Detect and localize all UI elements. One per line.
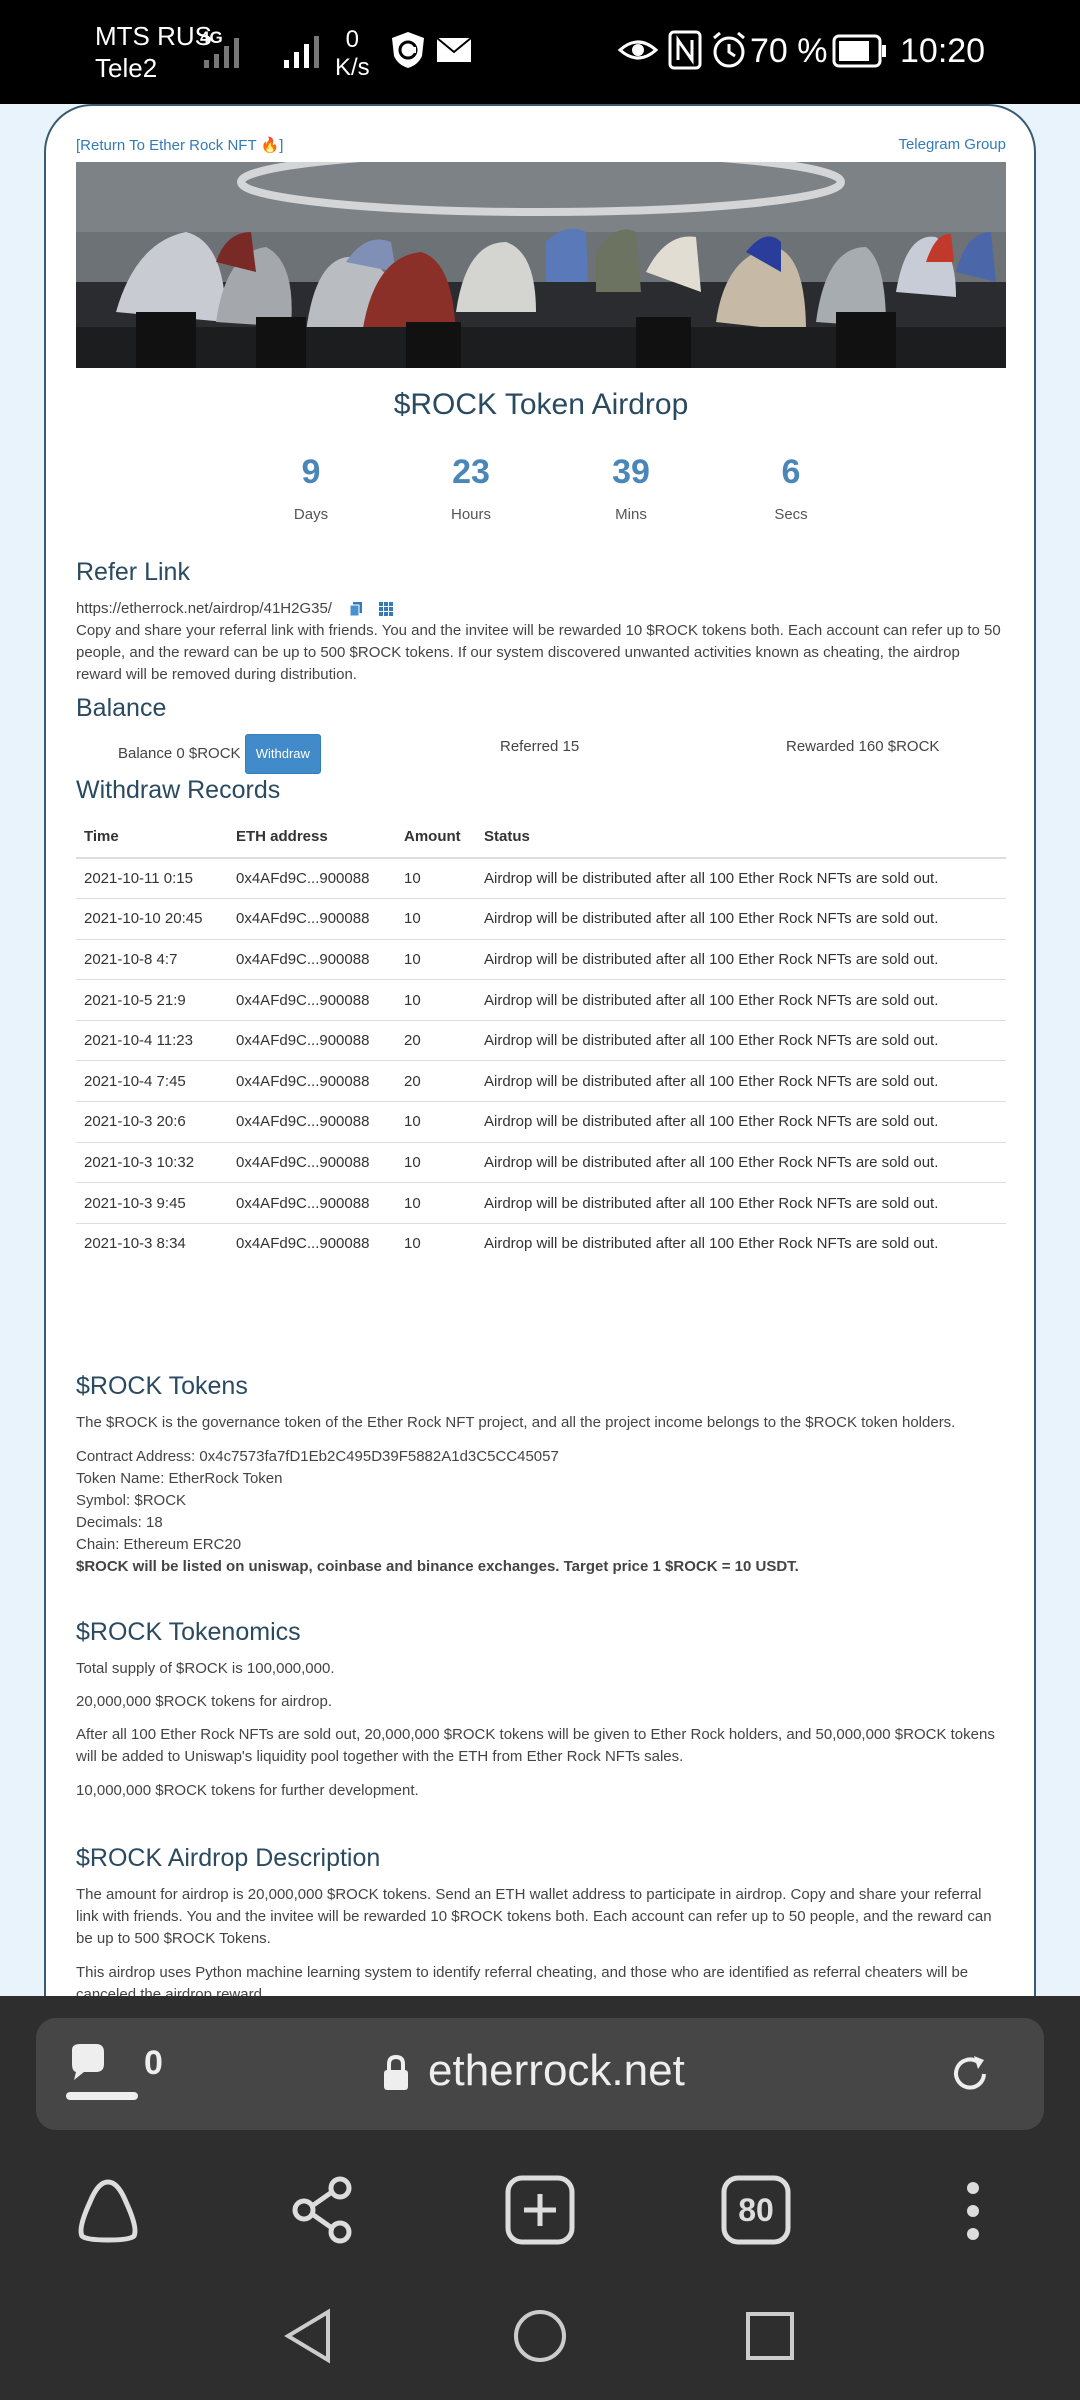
table-row: 2021-10-3 10:32 0x4AFd9C...900088 10 Airdro… — [76, 1141, 1006, 1183]
carrier-names: MTS RUS Tele2 — [95, 20, 212, 84]
table-row: 2021-10-5 21:9 0x4AFd9C...900088 10 Airdrop… — [76, 979, 1006, 1021]
url-text[interactable]: etherrock.net — [428, 2046, 685, 2096]
contract-address: Contract Address: 0x4c7573fa7fD1Eb2C495D… — [76, 1448, 559, 1465]
tab-count: 80 — [738, 2192, 774, 2228]
tokens-heading: $ROCK Tokens — [76, 1372, 248, 1400]
tabs-button[interactable]: 80 — [720, 2174, 792, 2246]
countdown-days: 9 Days — [293, 453, 329, 523]
refer-link-heading: Refer Link — [76, 558, 190, 586]
signal-icon — [284, 36, 319, 68]
web-content[interactable]: [Return To Ether Rock NFT 🔥] Telegram Gr… — [0, 104, 1080, 1996]
table-row: 2021-10-11 0:15 0x4AFd9C...900088 10 Airdro… — [76, 857, 1006, 899]
nfc-icon — [668, 30, 702, 70]
status-bar: MTS RUS Tele2 4G 0 K/s 70 % 10:20 — [0, 0, 1080, 104]
balance-amount: Balance 0 $ROCK Withdraw — [118, 734, 418, 774]
referred-count: Referred 15 — [500, 738, 580, 755]
column-amount: Amount — [396, 816, 476, 859]
withdraw-records-heading: Withdraw Records — [76, 776, 281, 804]
carrier-1: MTS RUS — [95, 21, 212, 51]
new-tab-icon[interactable] — [504, 2174, 576, 2246]
comments-icon[interactable] — [62, 2042, 142, 2102]
withdraw-button[interactable]: Withdraw — [244, 734, 321, 774]
home-icon[interactable] — [72, 2176, 144, 2244]
browser-bottom-bar: 0 etherrock.net 80 — [0, 1996, 1080, 2400]
rewarded-amount: Rewarded 160 $ROCK — [786, 738, 940, 755]
alarm-icon — [713, 31, 745, 68]
network-speed: 0 K/s — [335, 26, 370, 81]
tokenomics-airdrop: 20,000,000 $ROCK tokens for airdrop. — [76, 1693, 332, 1710]
tokenomics-development: 10,000,000 $ROCK tokens for further deve… — [76, 1782, 419, 1799]
eye-icon — [618, 40, 658, 60]
table-header-row: Time ETH address Amount Status — [76, 816, 1006, 859]
countdown-timer: 9 Days 23 Hours 39 Mins 6 Secs — [261, 452, 821, 532]
home-nav-icon[interactable] — [512, 2308, 568, 2364]
token-decimals: Decimals: 18 — [76, 1514, 163, 1531]
table-row: 2021-10-4 7:45 0x4AFd9C...900088 20 Airdrop… — [76, 1060, 1006, 1102]
telegram-link[interactable]: Telegram Group — [898, 136, 1006, 153]
return-link[interactable]: [Return To Ether Rock NFT 🔥] — [76, 136, 283, 154]
countdown-mins: 39 Mins — [612, 453, 650, 523]
table-row: 2021-10-10 20:45 0x4AFd9C...900088 10 Airdr… — [76, 898, 1006, 940]
clock: 10:20 — [900, 32, 986, 70]
qrcode-icon[interactable] — [378, 601, 394, 617]
page-title: $ROCK Token Airdrop — [393, 388, 689, 421]
comment-count: 0 — [144, 2044, 163, 2082]
reload-icon[interactable] — [948, 2052, 992, 2096]
carrier-2: Tele2 — [95, 53, 158, 83]
token-name: Token Name: EtherRock Token — [76, 1470, 283, 1487]
withdraw-records-table: Time ETH address Amount Status 2021-10-1… — [76, 816, 1006, 1264]
lock-icon[interactable] — [382, 2054, 410, 2092]
hero-image — [76, 162, 1006, 368]
battery-icon — [832, 34, 886, 68]
back-nav-icon[interactable] — [282, 2308, 338, 2364]
column-eth-address: ETH address — [228, 816, 396, 859]
refer-description: Copy and share your referral link with f… — [76, 622, 1001, 683]
countdown-secs: 6 Secs — [774, 453, 808, 523]
signal-icon — [204, 38, 239, 68]
share-icon[interactable] — [290, 2176, 356, 2244]
more-menu-icon[interactable] — [958, 2178, 988, 2244]
countdown-hours: 23 Hours — [450, 453, 491, 523]
refer-link-row: https://etherrock.net/airdrop/41H2G35/ — [76, 598, 1006, 620]
token-chain: Chain: Ethereum ERC20 — [76, 1536, 242, 1553]
battery-percent: 70 % — [750, 32, 828, 70]
copy-icon[interactable] — [348, 601, 364, 617]
column-status: Status — [476, 816, 1006, 859]
table-row: 2021-10-3 9:45 0x4AFd9C...900088 10 Airdrop… — [76, 1182, 1006, 1224]
refer-link-url[interactable]: https://etherrock.net/airdrop/41H2G35/ — [76, 600, 332, 617]
page-container: [Return To Ether Rock NFT 🔥] Telegram Gr… — [44, 104, 1036, 1996]
airdrop-cheating-note: This airdrop uses Python machine learnin… — [76, 1964, 969, 1996]
tokens-intro: The $ROCK is the governance token of the… — [76, 1414, 956, 1431]
table-row: 2021-10-4 11:23 0x4AFd9C...900088 20 Airdro… — [76, 1019, 1006, 1061]
rocks-meeting-illustration — [76, 162, 1006, 368]
airdrop-description-heading: $ROCK Airdrop Description — [76, 1844, 381, 1872]
table-row: 2021-10-8 4:7 0x4AFd9C...900088 10 Airdrop … — [76, 938, 1006, 980]
vpn-shield-icon — [392, 32, 424, 68]
mail-icon — [436, 37, 472, 62]
airdrop-description-text: The amount for airdrop is 20,000,000 $RO… — [76, 1886, 992, 1947]
recents-nav-icon[interactable] — [744, 2310, 796, 2362]
column-time: Time — [76, 816, 228, 859]
listing-note: $ROCK will be listed on uniswap, coinbas… — [76, 1558, 799, 1575]
tokenomics-heading: $ROCK Tokenomics — [76, 1618, 301, 1646]
tokenomics-distribution: After all 100 Ether Rock NFTs are sold o… — [76, 1726, 995, 1765]
address-bar[interactable]: 0 etherrock.net — [36, 2018, 1044, 2130]
table-row: 2021-10-3 8:34 0x4AFd9C...900088 10 Airdrop… — [76, 1222, 1006, 1264]
balance-heading: Balance — [76, 694, 167, 722]
token-details: Contract Address: 0x4c7573fa7fD1Eb2C495D… — [76, 1446, 1006, 1578]
token-symbol: Symbol: $ROCK — [76, 1492, 187, 1509]
tokenomics-supply: Total supply of $ROCK is 100,000,000. — [76, 1660, 335, 1677]
table-row: 2021-10-3 20:6 0x4AFd9C...900088 10 Airdrop… — [76, 1101, 1006, 1143]
